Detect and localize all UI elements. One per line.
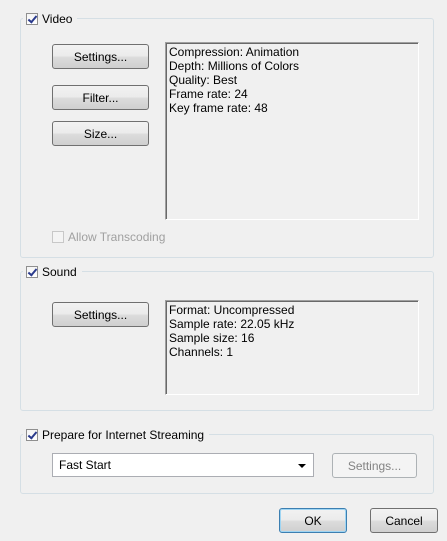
video-info-box: Compression: Animation Depth: Millions o… xyxy=(165,42,419,220)
video-info-line: Key frame rate: 48 xyxy=(169,101,268,115)
streaming-settings-button[interactable]: Settings... xyxy=(332,453,417,478)
video-info-line: Compression: Animation xyxy=(169,45,300,59)
sound-label: Sound xyxy=(42,265,77,279)
sound-info-line: Format: Uncompressed xyxy=(169,303,295,317)
streaming-select[interactable]: Fast Start xyxy=(52,453,314,477)
filter-button[interactable]: Filter... xyxy=(52,85,149,110)
allow-transcoding-row[interactable]: Allow Transcoding xyxy=(52,230,165,244)
streaming-checkbox[interactable] xyxy=(26,429,38,441)
video-info-line: Quality: Best xyxy=(169,73,238,87)
video-checkbox[interactable] xyxy=(26,13,38,25)
chevron-down-icon xyxy=(298,464,306,468)
video-legend: Video xyxy=(23,11,78,27)
video-label: Video xyxy=(42,12,73,26)
allow-transcoding-checkbox[interactable] xyxy=(52,231,64,243)
sound-info-line: Sample rate: 22.05 kHz xyxy=(169,317,295,331)
allow-transcoding-label: Allow Transcoding xyxy=(68,230,166,244)
sound-info-line: Channels: 1 xyxy=(169,345,234,359)
sound-info-line: Sample size: 16 xyxy=(169,331,255,345)
sound-info-box: Format: Uncompressed Sample rate: 22.05 … xyxy=(165,300,419,395)
cancel-button[interactable]: Cancel xyxy=(370,508,438,533)
sound-settings-button[interactable]: Settings... xyxy=(52,302,149,327)
streaming-selected-value: Fast Start xyxy=(59,458,112,472)
video-info-line: Depth: Millions of Colors xyxy=(169,59,300,73)
streaming-legend: Prepare for Internet Streaming xyxy=(23,427,210,443)
size-button[interactable]: Size... xyxy=(52,121,149,146)
video-info-line: Frame rate: 24 xyxy=(169,87,248,101)
sound-legend: Sound xyxy=(23,264,82,280)
ok-button[interactable]: OK xyxy=(279,508,347,533)
streaming-label: Prepare for Internet Streaming xyxy=(42,428,205,442)
sound-checkbox[interactable] xyxy=(26,266,38,278)
video-settings-button[interactable]: Settings... xyxy=(52,44,149,69)
